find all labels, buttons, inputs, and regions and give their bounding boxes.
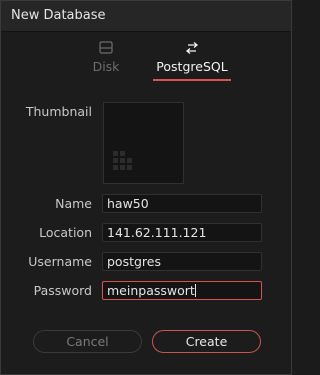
location-field[interactable]: 141.62.111.121 bbox=[102, 223, 262, 242]
password-value: meinpasswort bbox=[107, 283, 195, 298]
tab-postgresql-label: PostgreSQL bbox=[156, 59, 228, 74]
title-bar: New Database bbox=[1, 1, 291, 32]
dialog-title: New Database bbox=[11, 8, 106, 23]
location-label: Location bbox=[39, 225, 92, 240]
username-value: postgres bbox=[107, 254, 161, 269]
name-label: Name bbox=[55, 196, 92, 211]
location-value: 141.62.111.121 bbox=[107, 225, 207, 240]
swap-arrows-icon bbox=[184, 39, 200, 58]
name-field[interactable]: haw50 bbox=[102, 194, 262, 213]
thumbnail-placeholder-icon bbox=[113, 151, 132, 170]
tab-disk-label: Disk bbox=[92, 59, 120, 74]
disk-icon bbox=[99, 39, 113, 58]
thumbnail-image[interactable] bbox=[103, 102, 184, 184]
username-field[interactable]: postgres bbox=[102, 252, 262, 271]
tab-postgresql[interactable]: PostgreSQL bbox=[149, 33, 235, 81]
thumbnail-label: Thumbnail bbox=[25, 104, 92, 119]
password-label: Password bbox=[33, 283, 92, 298]
password-field[interactable]: meinpasswort bbox=[102, 281, 262, 300]
text-caret bbox=[194, 284, 196, 297]
create-button[interactable]: Create bbox=[152, 330, 261, 353]
new-database-dialog: New Database Disk PostgreSQL Thumbnail N… bbox=[0, 0, 292, 375]
active-tab-indicator bbox=[153, 79, 231, 81]
name-value: haw50 bbox=[107, 196, 149, 211]
username-label: Username bbox=[28, 254, 92, 269]
cancel-button[interactable]: Cancel bbox=[33, 330, 142, 353]
tab-disk[interactable]: Disk bbox=[61, 33, 151, 79]
